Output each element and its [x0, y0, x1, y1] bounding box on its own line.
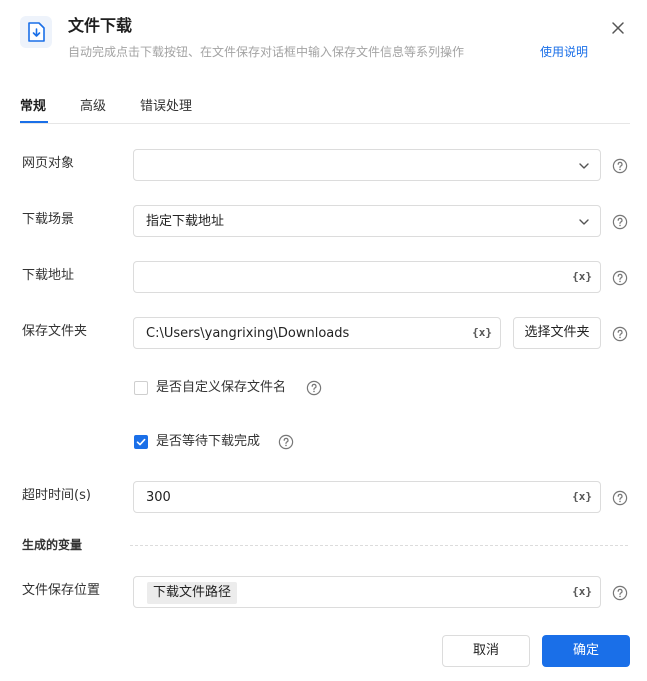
timeout-input[interactable]: 300 {x}	[133, 481, 601, 513]
timeout-value: 300	[146, 490, 171, 505]
tab-error-handling[interactable]: 错误处理	[140, 98, 192, 116]
help-icon[interactable]	[612, 585, 628, 601]
tab-general[interactable]: 常规	[20, 98, 46, 116]
dialog-title: 文件下载	[68, 16, 133, 35]
variable-icon[interactable]: {x}	[472, 326, 492, 340]
help-icon[interactable]	[612, 270, 628, 286]
section-divider	[130, 545, 628, 546]
help-icon[interactable]	[612, 158, 628, 174]
custom-filename-label: 是否自定义保存文件名	[156, 380, 287, 395]
dialog-subtitle: 自动完成点击下载按钮、在文件保存对话框中输入保存文件信息等系列操作	[68, 45, 465, 59]
chevron-down-icon	[579, 219, 589, 225]
wait-download-label: 是否等待下载完成	[156, 434, 261, 449]
variable-chip[interactable]: 下载文件路径	[147, 582, 238, 604]
variable-icon[interactable]: {x}	[572, 490, 592, 504]
download-url-input[interactable]: {x}	[133, 261, 601, 293]
choose-folder-button[interactable]: 选择文件夹	[513, 317, 601, 349]
download-scene-select[interactable]: 指定下载地址	[133, 205, 601, 237]
save-path-label: 文件保存位置	[22, 583, 101, 598]
help-icon[interactable]	[278, 434, 294, 450]
web-object-label: 网页对象	[22, 156, 75, 171]
output-variables-title: 生成的变量	[22, 538, 83, 552]
cancel-button[interactable]: 取消	[442, 635, 530, 667]
download-url-label: 下载地址	[22, 268, 75, 283]
save-folder-label: 保存文件夹	[22, 324, 88, 339]
tab-advanced[interactable]: 高级	[80, 98, 106, 116]
help-link[interactable]: 使用说明	[540, 44, 588, 60]
download-scene-label: 下载场景	[22, 212, 75, 227]
help-icon[interactable]	[612, 214, 628, 230]
download-scene-value: 指定下载地址	[146, 214, 225, 229]
confirm-button[interactable]: 确定	[542, 635, 630, 667]
custom-filename-checkbox[interactable]	[134, 381, 148, 395]
download-file-icon	[20, 16, 52, 48]
close-icon[interactable]	[608, 18, 628, 38]
timeout-label: 超时时间(s)	[22, 488, 91, 503]
active-tab-indicator	[20, 121, 48, 123]
variable-icon[interactable]: {x}	[572, 585, 592, 599]
wait-download-checkbox[interactable]	[134, 435, 148, 449]
help-icon[interactable]	[306, 380, 322, 396]
save-folder-value: C:\Users\yangrixing\Downloads	[146, 326, 350, 341]
help-icon[interactable]	[612, 326, 628, 342]
tab-bar: 常规 高级 错误处理	[20, 96, 630, 124]
web-object-select[interactable]	[133, 149, 601, 181]
save-folder-input[interactable]: C:\Users\yangrixing\Downloads {x}	[133, 317, 501, 349]
save-path-variable-input[interactable]: 下载文件路径 {x}	[133, 576, 601, 608]
chevron-down-icon	[579, 163, 589, 169]
variable-icon[interactable]: {x}	[572, 270, 592, 284]
help-icon[interactable]	[612, 490, 628, 506]
check-icon	[136, 438, 146, 446]
